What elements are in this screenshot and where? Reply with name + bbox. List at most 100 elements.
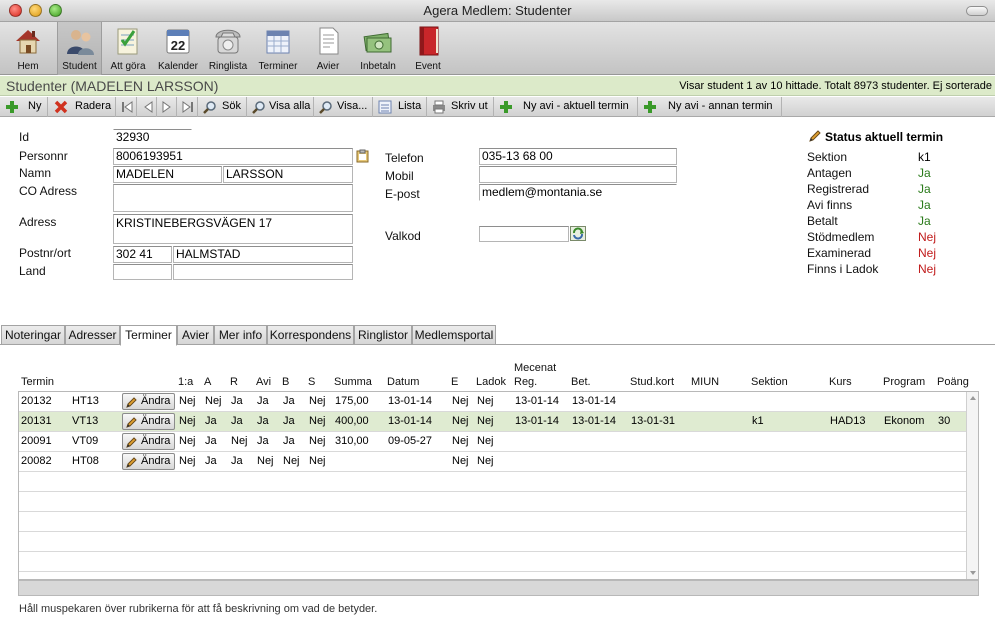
previous-record-button[interactable] (137, 97, 157, 117)
edit-term-button[interactable]: Ändra (122, 453, 175, 470)
phone-field[interactable]: 035-13 68 00 (479, 148, 677, 165)
column-header-miun[interactable]: MIUN (691, 376, 719, 388)
tab-terminer[interactable]: Terminer (120, 325, 177, 346)
new-invoice-other-term-button[interactable]: Ny avi - annan termin (638, 97, 782, 117)
column-header-b[interactable]: B (282, 376, 289, 388)
toolbar-inbetaln-button[interactable]: Inbetaln (355, 22, 401, 75)
tab-noteringar[interactable]: Noteringar (1, 325, 65, 345)
cell-a: Ja (205, 415, 217, 427)
empty-table-row[interactable] (19, 472, 967, 492)
empty-table-row[interactable] (19, 532, 967, 552)
tab-korrespondens[interactable]: Korrespondens (267, 325, 354, 345)
personnr-field[interactable]: 8006193951 (113, 148, 353, 165)
horizontal-scrollbar[interactable] (18, 580, 979, 596)
column-header-sektion[interactable]: Sektion (751, 376, 788, 388)
tab-ringlistor[interactable]: Ringlistor (354, 325, 412, 345)
refresh-icon[interactable] (570, 226, 586, 241)
status-value: Ja (918, 198, 931, 212)
id-field: 32930 (113, 129, 192, 146)
column-header-avi[interactable]: Avi (256, 376, 271, 388)
edit-term-button[interactable]: Ändra (122, 393, 175, 410)
tab-adresser[interactable]: Adresser (65, 325, 120, 345)
delete-button[interactable]: Radera (48, 97, 116, 117)
new-button[interactable]: Ny (0, 97, 48, 117)
city-field[interactable]: HALMSTAD (173, 246, 353, 263)
clipboard-icon[interactable] (356, 149, 369, 163)
search-button[interactable]: Sök (198, 97, 247, 117)
toolbar-ringlista-button[interactable]: Ringlista (205, 22, 251, 75)
edit-term-button[interactable]: Ändra (122, 433, 175, 450)
vertical-scrollbar[interactable] (966, 392, 978, 579)
toolbar-toggle-button[interactable] (966, 6, 988, 16)
window-zoom-button[interactable] (49, 4, 62, 17)
table-row[interactable]: 20091 VT09 Nej Ja Nej Ja Ja Nej 310,00 09-05-27 Ne… (19, 432, 967, 452)
empty-table-row[interactable] (19, 492, 967, 512)
first-name-field[interactable]: MADELEN (113, 166, 222, 183)
table-row[interactable]: 20132 HT13 Nej Nej Ja Ja Ja Nej 175,00 13-01-14 Ne… (19, 392, 967, 412)
tab-mer-info[interactable]: Mer info (214, 325, 267, 345)
toolbar-event-button[interactable]: Event (408, 22, 448, 75)
empty-table-row[interactable] (19, 512, 967, 532)
table-row[interactable]: 20082 HT08 Nej Ja Ja Nej Nej Nej Nej Nej Ändra (19, 452, 967, 472)
column-header-kurs[interactable]: Kurs (829, 376, 852, 388)
toolbar-calendar-button[interactable]: 22 Kalender (156, 22, 200, 75)
co-address-field[interactable] (113, 184, 353, 212)
next-record-icon (162, 101, 171, 113)
column-header-e[interactable]: E (451, 376, 458, 388)
tab-medlemsportal[interactable]: Medlemsportal (412, 325, 496, 345)
cell-e: Nej (452, 455, 469, 467)
table-row[interactable]: 20131 VT13 Nej Ja Ja Ja Ja Nej 400,00 13-01-14 Nej… (19, 412, 967, 432)
column-header-poang[interactable]: Poäng (937, 376, 969, 388)
column-header-summa[interactable]: Summa (334, 376, 372, 388)
pencil-icon (126, 417, 137, 428)
show-button[interactable]: Visa... (314, 97, 373, 117)
country-field-secondary[interactable] (173, 264, 353, 280)
toolbar-home-button[interactable]: Hem (8, 22, 48, 75)
toolbar-avier-button[interactable]: Avier (308, 22, 348, 75)
column-header-s[interactable]: S (308, 376, 315, 388)
column-header-bet[interactable]: Bet. (571, 376, 591, 388)
money-icon (363, 32, 392, 53)
address-field[interactable]: KRISTINEBERGSVÄGEN 17 (113, 214, 353, 244)
empty-table-row[interactable] (19, 552, 967, 572)
cell-termin: 20091 (21, 435, 52, 447)
cell-code: HT08 (72, 455, 99, 467)
window-minimize-button[interactable] (29, 4, 42, 17)
column-header-reg[interactable]: Reg. (514, 376, 537, 388)
first-record-button[interactable] (116, 97, 137, 117)
title-bar: Agera Medlem: Studenter (0, 0, 995, 22)
next-record-button[interactable] (157, 97, 177, 117)
email-field[interactable]: medlem@montania.se (479, 184, 677, 201)
print-button[interactable]: Skriv ut (427, 97, 494, 117)
column-header-first[interactable]: 1:a (178, 376, 193, 388)
action-toolbar: Ny Radera Sök Visa alla Visa... Lista Sk… (0, 97, 995, 117)
column-header-termin[interactable]: Termin (21, 376, 54, 388)
toolbar-terminer-button[interactable]: Terminer (255, 22, 301, 75)
tab-avier[interactable]: Avier (177, 325, 214, 345)
column-header-program[interactable]: Program (883, 376, 925, 388)
window-close-button[interactable] (9, 4, 22, 17)
list-button[interactable]: Lista (373, 97, 427, 117)
last-name-field[interactable]: LARSSON (223, 166, 353, 183)
cell-e: Nej (452, 415, 469, 427)
app-window: Agera Medlem: Studenter Hem Student Att … (0, 0, 995, 630)
scroll-down-icon[interactable] (969, 570, 977, 576)
last-record-button[interactable] (177, 97, 198, 117)
new-invoice-current-term-button[interactable]: Ny avi - aktuell termin (494, 97, 638, 117)
toolbar-todo-button[interactable]: Att göra (106, 22, 150, 75)
show-all-button[interactable]: Visa alla (247, 97, 314, 117)
pencil-icon (126, 437, 137, 448)
column-header-datum[interactable]: Datum (387, 376, 419, 388)
edit-term-button[interactable]: Ändra (122, 413, 175, 430)
previous-record-icon (144, 101, 153, 113)
country-field[interactable] (113, 264, 172, 280)
postnr-field[interactable]: 302 41 (113, 246, 172, 263)
column-header-studkort[interactable]: Stud.kort (630, 376, 674, 388)
column-header-r[interactable]: R (230, 376, 238, 388)
scroll-up-icon[interactable] (969, 395, 977, 401)
column-header-a[interactable]: A (204, 376, 211, 388)
toolbar-student-button[interactable]: Student (57, 22, 102, 75)
mobile-field[interactable] (479, 166, 677, 183)
column-header-ladok[interactable]: Ladok (476, 376, 506, 388)
valkod-field[interactable] (479, 226, 569, 242)
